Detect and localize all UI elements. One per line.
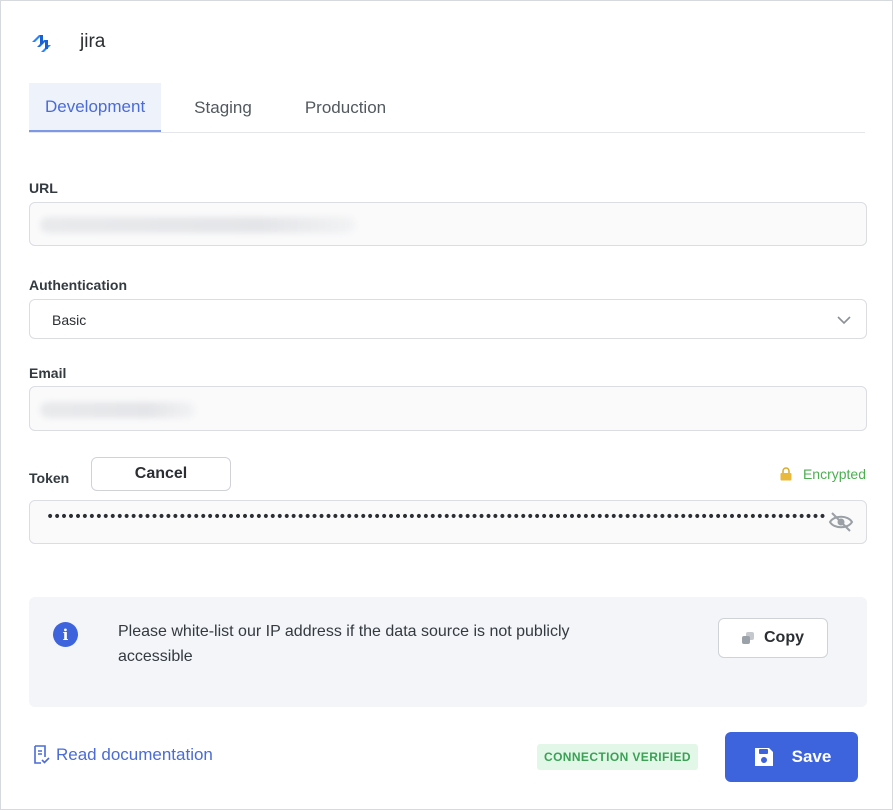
document-check-icon <box>34 745 50 764</box>
tab-staging[interactable]: Staging <box>178 83 268 132</box>
notice-text: Please white-list our IP address if the … <box>118 623 570 665</box>
email-value-redacted <box>40 402 195 418</box>
email-input[interactable] <box>29 386 867 431</box>
app-title: jira <box>80 31 106 52</box>
ip-whitelist-notice: i Please white-list our IP address if th… <box>29 597 867 707</box>
url-label: URL <box>29 180 58 196</box>
save-icon <box>754 748 773 766</box>
info-icon: i <box>53 622 78 647</box>
encrypted-indicator: Encrypted <box>779 466 866 482</box>
token-input[interactable]: ••••••••••••••••••••••••••••••••••••••••… <box>29 500 867 544</box>
copy-button[interactable]: Copy <box>718 618 828 658</box>
url-input[interactable] <box>29 202 867 246</box>
tab-production[interactable]: Production <box>289 83 402 132</box>
copy-icon <box>742 632 754 644</box>
chevron-down-icon <box>837 316 851 325</box>
encrypted-label: Encrypted <box>802 466 866 482</box>
save-button[interactable]: Save <box>725 732 858 782</box>
jira-logo-icon <box>32 35 51 52</box>
authentication-label: Authentication <box>29 277 127 293</box>
cancel-button[interactable]: Cancel <box>91 457 231 491</box>
eye-off-icon[interactable] <box>828 511 854 533</box>
copy-label: Copy <box>764 629 804 646</box>
read-documentation-link[interactable]: Read documentation <box>32 745 213 765</box>
authentication-select[interactable]: Basic <box>29 299 867 339</box>
lock-icon <box>780 467 792 481</box>
tab-development[interactable]: Development <box>29 83 162 132</box>
header: jira <box>29 29 105 55</box>
environment-tabs: Development Staging Production <box>29 83 865 133</box>
token-masked-value: ••••••••••••••••••••••••••••••••••••••••… <box>46 509 826 525</box>
datasource-config-panel: jira Development Staging Production URL … <box>0 0 893 810</box>
read-documentation-label: Read documentation <box>56 745 213 764</box>
connection-status-badge: CONNECTION VERIFIED <box>537 744 698 770</box>
url-value-redacted <box>40 217 355 233</box>
email-label: Email <box>29 365 67 381</box>
authentication-selected-value: Basic <box>52 312 87 328</box>
token-label: Token <box>29 470 70 486</box>
save-label: Save <box>791 747 832 766</box>
